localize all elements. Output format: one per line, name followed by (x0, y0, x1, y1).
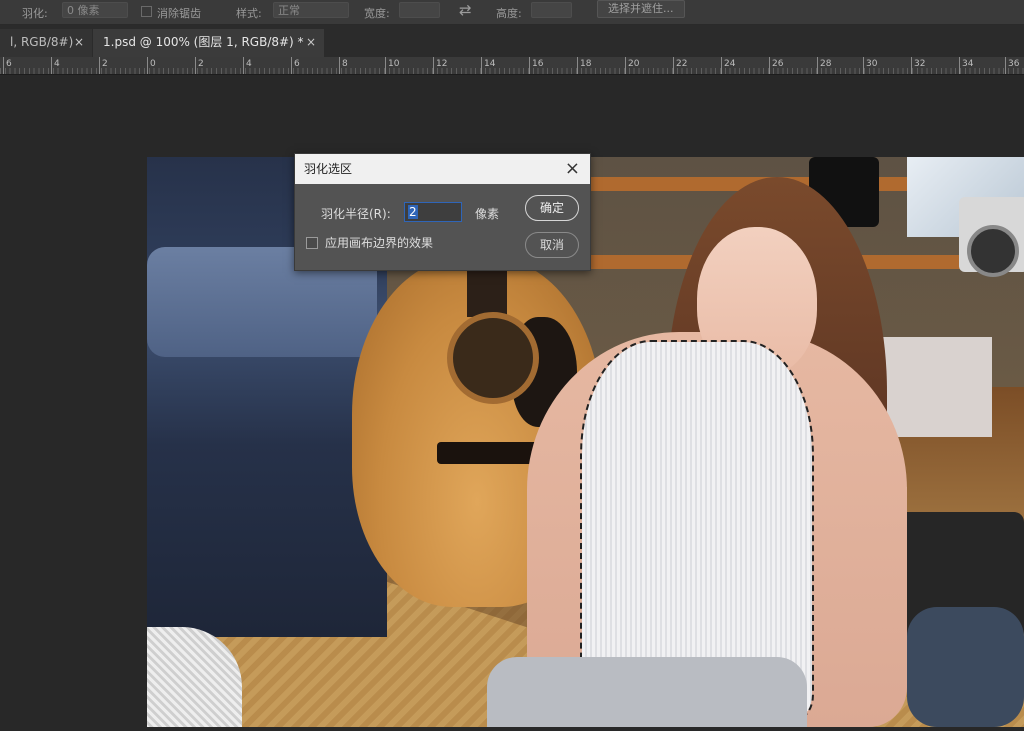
ruler-number: 20 (624, 57, 640, 74)
ruler-number: 26 (768, 57, 784, 74)
ruler-number: 32 (910, 57, 926, 74)
ruler-number: 2 (99, 57, 108, 74)
apply-canvas-bounds-checkbox[interactable] (306, 237, 318, 249)
feather-selection-dialog: 羽化选区 × 羽化半径(R): 2 像素 应用画布边界的效果 确定 取消 (294, 153, 591, 271)
ruler-number: 30 (862, 57, 878, 74)
ruler-number: 12 (432, 57, 448, 74)
feather-radius-input[interactable]: 2 (404, 202, 462, 222)
width-input[interactable] (399, 2, 440, 18)
ruler-number: 4 (51, 57, 60, 74)
photo-box (882, 337, 992, 437)
cancel-button[interactable]: 取消 (525, 232, 579, 258)
style-select[interactable]: 正常 (273, 2, 349, 18)
ruler-number: 14 (480, 57, 496, 74)
tab-document-previous[interactable]: l, RGB/8#) * × (0, 29, 92, 75)
ruler-number: 24 (720, 57, 736, 74)
dialog-title: 羽化选区 (304, 162, 353, 176)
close-icon[interactable]: × (306, 29, 316, 55)
height-label: 高度: (496, 7, 522, 20)
ruler-number: 28 (816, 57, 832, 74)
dialog-title-bar[interactable]: 羽化选区 × (295, 154, 590, 184)
ruler-number: 6 (291, 57, 300, 74)
feather-input[interactable]: 0 像素 (62, 2, 128, 18)
ruler-number: 2 (195, 57, 204, 74)
horizontal-ruler: 6 4 2 0 2 4 6 8 10 12 14 16 18 20 22 24 … (0, 57, 1024, 75)
ruler-number: 36 (1004, 57, 1020, 74)
ruler-number: 18 (576, 57, 592, 74)
tab-label: 1.psd @ 100% (图层 1, RGB/8#) * (103, 35, 304, 49)
apply-canvas-bounds-label[interactable]: 应用画布边界的效果 (325, 234, 433, 251)
ruler-number: 34 (958, 57, 974, 74)
close-icon[interactable]: × (565, 154, 580, 184)
options-bar: 羽化: 0 像素 消除锯齿 样式: 正常 宽度: ⇄ 高度: 选择并遮住... (0, 0, 1024, 25)
close-icon[interactable]: × (74, 29, 84, 55)
ruler-number: 16 (528, 57, 544, 74)
width-label: 宽度: (364, 7, 390, 20)
feather-radius-label: 羽化半径(R): (321, 207, 391, 221)
guitar-soundhole (447, 312, 539, 404)
swap-icon[interactable]: ⇄ (459, 1, 472, 19)
document-tab-bar: l, RGB/8#) * × 1.psd @ 100% (图层 1, RGB/8… (0, 25, 1024, 75)
photo-pants (487, 657, 807, 727)
ok-button[interactable]: 确定 (525, 195, 579, 221)
feather-radius-value: 2 (408, 205, 418, 219)
antialias-label: 消除锯齿 (157, 7, 201, 20)
style-label: 样式: (236, 7, 262, 20)
ruler-number: 10 (384, 57, 400, 74)
unit-label: 像素 (475, 207, 500, 221)
ruler-number: 22 (672, 57, 688, 74)
ruler-number: 6 (3, 57, 12, 74)
photo-shoe (907, 607, 1024, 727)
antialias-checkbox[interactable] (141, 6, 152, 17)
photo-camera-lens (967, 225, 1019, 277)
ruler-number: 4 (243, 57, 252, 74)
tab-document-active[interactable]: 1.psd @ 100% (图层 1, RGB/8#) * × (93, 29, 324, 57)
feather-label: 羽化: (22, 7, 48, 20)
ruler-number: 8 (339, 57, 348, 74)
select-and-mask-button[interactable]: 选择并遮住... (597, 0, 685, 18)
ruler-number: 0 (147, 57, 156, 74)
height-input[interactable] (531, 2, 572, 18)
